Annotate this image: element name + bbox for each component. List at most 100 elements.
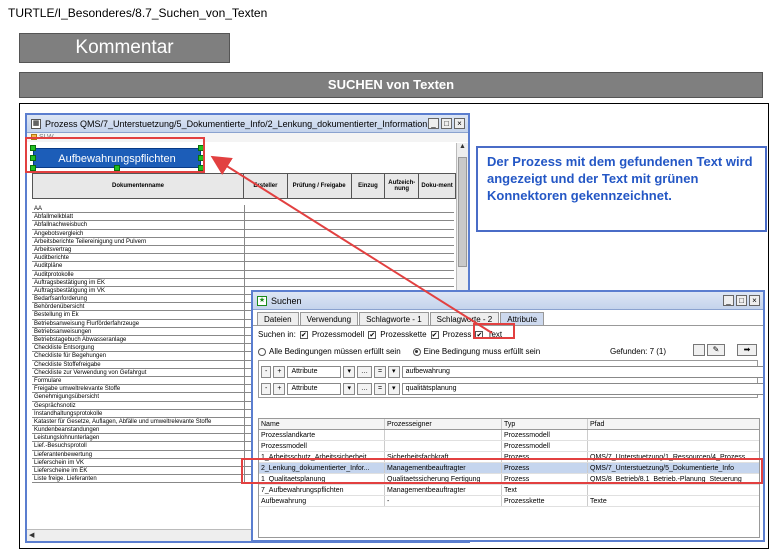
checkbox-label: Prozessmodell [311,330,365,339]
document-row[interactable]: Auftragsbestätigung im EK [32,279,454,287]
process-window-title: Prozess QMS/7_Unterstuetzung/5_Dokumenti… [45,118,428,129]
process-window-titlebar: ▦ Prozess QMS/7_Unterstuetzung/5_Dokumen… [27,115,468,133]
results-header: Name Prozesseigner Typ Pfad [259,419,759,430]
scroll-up-icon[interactable]: ▲ [459,143,466,150]
col-header[interactable]: Prozesseigner [385,419,502,429]
tab-schlagworte-1[interactable]: Schlagworte - 1 [359,312,429,325]
result-cell-path [588,430,759,440]
result-cell-name: Prozessmodell [259,441,385,451]
remove-condition-button[interactable]: - [261,366,272,378]
radio-label: Alle Bedingungen müssen erfüllt sein [269,347,401,356]
search-window-title: Suchen [271,295,302,306]
arrow-right-icon[interactable]: ➡ [737,344,757,356]
condition-value-input[interactable]: qualitätsplanung [401,383,763,395]
condition-value-input[interactable]: aufbewahrung [401,366,763,378]
close-icon[interactable]: × [749,295,760,306]
col-header: Einzug [352,174,386,198]
result-row[interactable]: 7_Aufbewahrungspflichten Managementbeauft… [259,485,759,496]
document-row[interactable]: Auditpläne [32,262,454,271]
checkbox-label: Prozess [442,330,472,339]
result-cell-name: Aufbewahrung [259,496,385,506]
edit-icon[interactable]: ✎ [707,344,725,356]
result-cell-type: Text [502,485,588,495]
minimize-icon[interactable]: _ [723,295,734,306]
result-row[interactable]: Prozessmodell Prozessmodell [259,441,759,452]
col-header: Ersteller [244,174,288,198]
add-condition-button[interactable]: + [273,383,286,395]
result-row[interactable]: Prozesslandkarte Prozessmodell [259,430,759,441]
result-cell-path [588,441,759,451]
highlight-frame [241,458,763,484]
document-row[interactable]: Angebotsvergleich [32,230,454,238]
col-header: Prüfung / Freigabe [288,174,352,198]
radio-label: Eine Bedingung muss erfüllt sein [423,347,541,356]
add-condition-button[interactable]: + [273,366,286,378]
more-options-button[interactable]: … [356,383,372,395]
condition-field-select[interactable]: Attribute [287,383,342,395]
maximize-icon[interactable]: □ [441,118,452,129]
radio-one-condition[interactable] [412,347,421,356]
col-header: Aufzeich-nung [385,174,420,198]
col-header: Doku-ment [421,183,453,189]
result-row[interactable]: Aufbewahrung - Prozesskette Texte [259,496,759,507]
tab-verwendung[interactable]: Verwendung [299,312,359,325]
condition-field-select[interactable]: Attribute [287,366,342,378]
result-cell-owner: - [385,496,502,506]
highlight-frame [25,137,205,173]
minimize-icon[interactable]: _ [428,118,439,129]
condition-row: - + Attribute ▾ … = ▾ aufbewahrung [261,365,763,379]
search-in-label: Suchen in: [258,330,296,339]
checkbox-prozessmodell[interactable]: ✔ [299,330,308,339]
chevron-down-icon[interactable]: ▾ [343,366,355,378]
tab-dateien[interactable]: Dateien [257,312,299,325]
col-header[interactable]: Typ [502,419,588,429]
result-cell-owner: Managementbeauftragter [385,485,502,495]
column-divider [244,205,245,484]
chevron-down-icon[interactable]: ▾ [388,383,400,395]
maximize-icon[interactable]: □ [736,295,747,306]
result-cell-owner [385,430,502,440]
process-window-icon: ▦ [31,118,41,129]
chevron-down-icon[interactable]: ▾ [388,366,400,378]
col-header: Dokumentenname [33,174,244,198]
search-in-row: Suchen in: ✔ Prozessmodell ✔ Prozesskette … [258,330,502,339]
remove-condition-button[interactable]: - [261,383,272,395]
result-cell-owner [385,441,502,451]
condition-operator-select[interactable]: = [373,383,387,395]
result-cell-name: Prozesslandkarte [259,430,385,440]
checkbox-square-icon[interactable] [693,344,705,356]
document-table-header: Dokumentenname Ersteller Prüfung / Freig… [32,173,456,199]
document-row[interactable]: Auditberichte [32,254,454,263]
document-row[interactable]: Arbeitsberichte Teilereinigung und Pulve… [32,238,454,246]
document-row[interactable]: AA [32,205,454,214]
condition-mode-row: Alle Bedingungen müssen erfüllt sein Ein… [258,347,540,356]
document-row[interactable]: Abfallnachweisbuch [32,221,454,230]
more-options-button[interactable]: … [356,366,372,378]
result-cell-path: Texte [590,498,607,505]
checkbox-prozesskette[interactable]: ✔ [368,330,377,339]
close-icon[interactable]: × [454,118,465,129]
result-cell-path [588,485,759,495]
result-cell-type: Prozesskette [502,496,588,506]
kommentar-button[interactable]: Kommentar [19,33,230,63]
section-title: SUCHEN von Texten [19,72,763,98]
conditions-box: - + Attribute ▾ … = ▾ aufbewahrung - + A… [258,360,763,398]
chevron-down-icon[interactable]: ▾ [343,383,355,395]
col-header[interactable]: Name [259,419,385,429]
scroll-thumb[interactable] [458,157,467,267]
condition-operator-select[interactable]: = [373,366,387,378]
search-window-titlebar: ★ Suchen _ □ × [253,292,763,310]
document-row[interactable]: Auditprotokolle [32,271,454,279]
annotation-note: Der Prozess mit dem gefundenen Text wird… [476,146,767,232]
document-row[interactable]: Abfallmelkblatt [32,213,454,222]
found-count: Gefunden: 7 (1) [610,347,667,356]
document-row[interactable]: Arbeitsvertrag [32,246,454,255]
checkbox-label: Prozesskette [380,330,427,339]
result-cell-type: Prozessmodell [502,430,588,440]
checkbox-prozess[interactable]: ✔ [430,330,439,339]
radio-all-conditions[interactable] [258,347,266,356]
scroll-left-icon[interactable]: ◀ [29,531,34,539]
condition-row: - + Attribute ▾ … = ▾ qualitätsplanung [261,382,763,396]
col-header[interactable]: Pfad [588,419,759,429]
breadcrumb: TURTLE/I_Besonderes/8.7_Suchen_von_Texte… [8,6,268,20]
